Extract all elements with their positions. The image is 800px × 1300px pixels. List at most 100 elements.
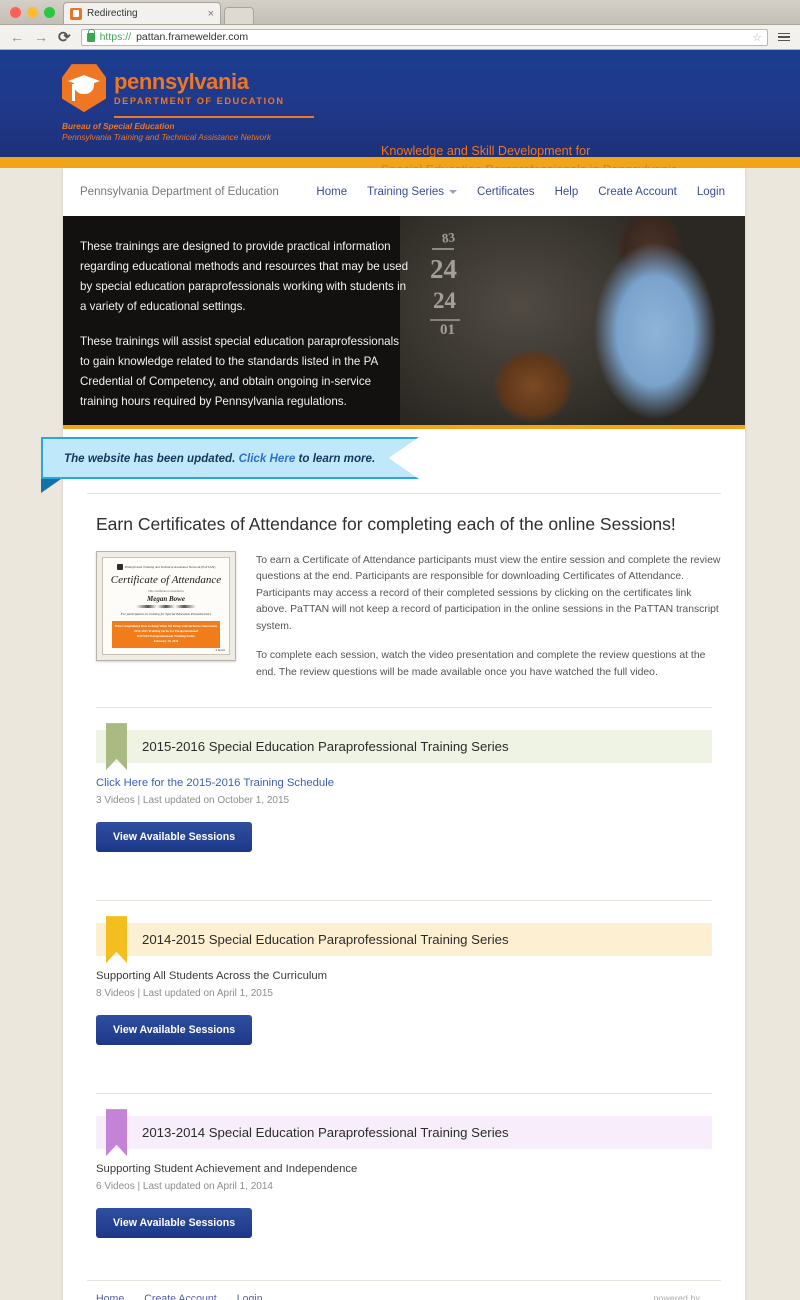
hamburger-menu-icon[interactable] xyxy=(778,32,790,42)
logo-bureau: Bureau of Special Education xyxy=(62,120,175,131)
hero-banner: 83 24 24 01 These trainings are designed… xyxy=(63,216,745,429)
certificates-heading: Earn Certificates of Attendance for comp… xyxy=(96,514,676,534)
nav-brand: Pennsylvania Department of Education xyxy=(80,186,279,198)
close-tab-icon[interactable]: × xyxy=(208,8,214,20)
series-subtitle: Supporting All Students Across the Curri… xyxy=(96,970,328,983)
certificate-detail-block: Who Comprehend How to Keep What We Bring… xyxy=(112,620,220,648)
chalk-rule-2 xyxy=(430,319,460,321)
tab-title: Redirecting xyxy=(87,8,138,19)
certificate-awarded-to: This certificate is awarded to xyxy=(148,588,184,593)
chevron-down-icon xyxy=(449,190,458,194)
series-divider-1 xyxy=(96,707,712,709)
back-button[interactable]: ← xyxy=(10,30,24,44)
series-title: 2015-2016 Special Education Paraprofessi… xyxy=(142,739,509,755)
notice-text-after: to learn more. xyxy=(295,451,376,465)
lock-icon xyxy=(86,28,96,42)
browser-tabstrip: Redirecting × xyxy=(0,0,800,25)
hero-photo-teacher-student: 83 24 24 01 xyxy=(400,216,745,425)
logo-network: Pennsylvania Training and Technical Assi… xyxy=(62,131,272,142)
minimize-window-button[interactable] xyxy=(27,7,38,18)
chalk-rule-1 xyxy=(432,248,454,250)
content-card: Pennsylvania Department of Education Hom… xyxy=(41,168,745,1300)
pattan-seal-icon xyxy=(116,564,123,570)
training-series-2013-2014: 2013-2014 Special Education Paraprofessi… xyxy=(96,1109,712,1260)
browser-toolbar: ← → ⟳ https:// pattan.framewelder.com ☆ xyxy=(0,25,800,50)
certificate-recipient-name: Megan Bowe xyxy=(147,594,185,603)
notice-text: The website has been updated. Click Here… xyxy=(64,452,375,465)
series-meta: 8 Videos | Last updated on April 1, 2015 xyxy=(96,988,273,1000)
pde-logo[interactable]: pennsylvania DEPARTMENT OF EDUCATION Bur… xyxy=(62,64,314,143)
site-header: pennsylvania DEPARTMENT OF EDUCATION Bur… xyxy=(0,50,800,177)
training-series-2014-2015: 2014-2015 Special Education Paraprofessi… xyxy=(96,916,712,1067)
series-title-bar: 2013-2014 Special Education Paraprofessi… xyxy=(96,1116,712,1150)
bookmark-ribbon-icon xyxy=(106,723,127,771)
certificates-paragraph-2: To complete each session, watch the vide… xyxy=(256,650,706,678)
certificate-detail-4: February 15, 2011 xyxy=(153,639,179,644)
certificates-section: Earn Certificates of Attendance for comp… xyxy=(63,493,745,681)
close-window-button[interactable] xyxy=(10,7,21,18)
series-divider-3 xyxy=(96,1093,712,1095)
new-tab-button[interactable] xyxy=(224,7,254,24)
view-available-sessions-button[interactable]: View Available Sessions xyxy=(96,1208,253,1239)
reload-button[interactable]: ⟳ xyxy=(58,30,71,45)
series-title-bar: 2015-2016 Special Education Paraprofessi… xyxy=(96,730,712,764)
address-bar[interactable]: https:// pattan.framewelder.com ☆ xyxy=(80,28,768,46)
chalk-number-24b: 24 xyxy=(433,288,456,313)
nav-item-training-series[interactable]: Training Series xyxy=(367,186,458,198)
hero-text: These trainings are designed to provide … xyxy=(80,237,410,412)
url-scheme: https:// xyxy=(99,31,132,43)
site-update-notice[interactable]: The website has been updated. Click Here… xyxy=(41,437,419,479)
series-subtitle: Supporting Student Achievement and Indep… xyxy=(96,1163,358,1176)
chalk-number-83: 83 xyxy=(441,229,456,246)
nav-item-create-account[interactable]: Create Account xyxy=(598,186,677,198)
bookmark-star-icon[interactable]: ☆ xyxy=(752,31,762,44)
nav-item-help[interactable]: Help xyxy=(555,186,579,198)
bookmark-ribbon-icon xyxy=(106,916,127,964)
notice-text-before: The website has been updated. xyxy=(64,451,239,465)
training-series-list: 2015-2016 Special Education Paraprofessi… xyxy=(63,707,745,1260)
chalk-number-01: 01 xyxy=(440,322,455,338)
series-meta: 3 Videos | Last updated on October 1, 20… xyxy=(96,795,290,807)
hero-paragraph-2: These trainings will assist special educ… xyxy=(80,334,399,408)
tagline-line-1: Knowledge and Skill Development for xyxy=(381,144,591,158)
ribbon-fold-decoration xyxy=(41,479,61,493)
powered-by-encourse[interactable]: powered by encour.se xyxy=(571,1293,712,1300)
keystone-graduation-cap-icon xyxy=(62,64,106,113)
certificates-paragraph-1: To earn a Certificate of Attendance part… xyxy=(256,555,721,632)
series-title: 2014-2015 Special Education Paraprofessi… xyxy=(142,932,509,948)
browser-tab[interactable]: Redirecting × xyxy=(63,2,221,24)
nav-item-home[interactable]: Home xyxy=(316,186,347,198)
certificate-flourish xyxy=(136,604,196,608)
footer-link-home[interactable]: Home xyxy=(96,1293,124,1300)
certificate-heading: Certificate of Attendance xyxy=(110,574,222,586)
notice-area: The website has been updated. Click Here… xyxy=(41,429,745,493)
forward-button[interactable]: → xyxy=(34,30,48,44)
url-host: pattan.framewelder.com xyxy=(136,31,249,43)
certificate-thumbnail[interactable]: Pennsylvania Training and Technical Assi… xyxy=(96,551,236,661)
notice-click-here-link[interactable]: Click Here xyxy=(239,452,296,465)
certificates-copy: To earn a Certificate of Attendance part… xyxy=(256,551,721,681)
logo-wordmark: pennsylvania xyxy=(114,68,249,94)
maximize-window-button[interactable] xyxy=(44,7,55,18)
certificate-detail-1: Who Comprehend How to Keep What We Bring… xyxy=(114,623,218,628)
nav-item-certificates[interactable]: Certificates xyxy=(477,186,535,198)
certificate-for-line: For participation in training for Specia… xyxy=(120,611,212,616)
chalk-number-24a: 24 xyxy=(430,254,457,284)
series-title: 2013-2014 Special Education Paraprofessi… xyxy=(142,1125,509,1141)
hero-paragraph-1: These trainings are designed to provide … xyxy=(80,240,409,313)
footer-link-login[interactable]: Login xyxy=(237,1293,263,1300)
nav-item-login[interactable]: Login xyxy=(697,186,725,198)
footer-link-create-account[interactable]: Create Account xyxy=(144,1293,216,1300)
main-navigation: Pennsylvania Department of Education Hom… xyxy=(63,168,745,216)
series-meta: 6 Videos | Last updated on April 1, 2014 xyxy=(96,1181,273,1193)
view-available-sessions-button[interactable]: View Available Sessions xyxy=(96,822,253,853)
powered-by-label: powered by xyxy=(653,1293,700,1300)
series-title-bar: 2014-2015 Special Education Paraprofessi… xyxy=(96,923,712,957)
series-schedule-link[interactable]: Click Here for the 2015-2016 Training Sc… xyxy=(96,763,712,789)
window-controls[interactable] xyxy=(8,7,63,24)
nav-item-training-series-label: Training Series xyxy=(367,186,445,198)
certificate-org-line: Pennsylvania Training and Technical Assi… xyxy=(116,564,215,570)
view-available-sessions-button[interactable]: View Available Sessions xyxy=(96,1015,253,1046)
logo-rule xyxy=(114,116,314,118)
certificate-hours: 2 hours xyxy=(215,648,225,652)
